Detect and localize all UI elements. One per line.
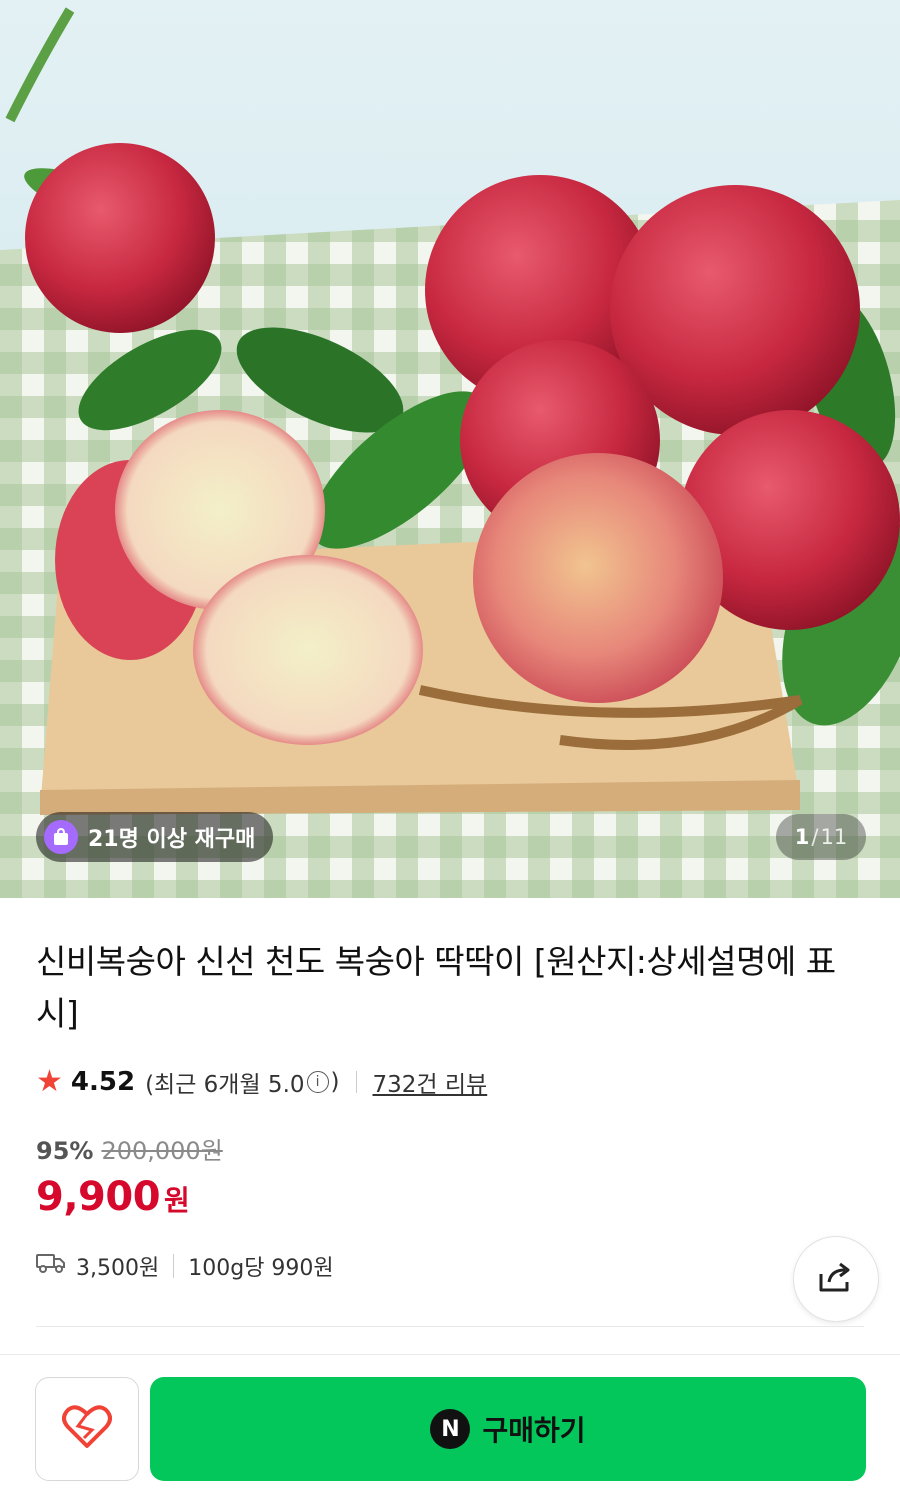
divider (36, 1326, 864, 1327)
rating-score: 4.52 (70, 1067, 136, 1097)
unit-price: 100g당 990원 (188, 1256, 334, 1281)
original-price: 200,000원 (101, 1137, 223, 1165)
buy-button-label: 구매하기 (482, 1414, 586, 1447)
price-unit: 원 (164, 1184, 190, 1217)
info-icon[interactable]: i (306, 1071, 329, 1093)
peach-photo-illustration (0, 0, 900, 898)
product-image[interactable]: 21명 이상 재구매 1 / 11 (0, 0, 900, 898)
recent-rating-close: ) (330, 1069, 340, 1095)
star-icon: ★ (36, 1064, 63, 1099)
divider (355, 1071, 357, 1093)
reviews-link[interactable]: 732건 리뷰 (373, 1065, 488, 1099)
naver-n-icon: N (430, 1409, 471, 1449)
truck-icon (36, 1252, 66, 1280)
buy-button[interactable]: N 구매하기 (150, 1377, 866, 1481)
favorite-button[interactable] (35, 1377, 139, 1481)
rebuy-badge: 21명 이상 재구매 (36, 812, 274, 862)
image-counter: 1 / 11 (776, 814, 866, 860)
share-button[interactable] (793, 1236, 879, 1322)
rebuy-badge-label: 21명 이상 재구매 (88, 827, 256, 852)
shipping-fee: 3,500원 (76, 1256, 160, 1281)
image-counter-current: 1 (794, 825, 810, 849)
product-title: 신비복숭아 신선 천도 복숭아 딱딱이 [원산지:상세설명에 표시] (36, 942, 836, 1033)
rating-row: ★ 4.52 (최근 6개월 5.0 i ) 732건 리뷰 (36, 1064, 487, 1100)
divider (173, 1254, 175, 1278)
discount-row: 95% 200,000원 (36, 1131, 223, 1166)
image-counter-total: 11 (820, 825, 848, 849)
discount-rate: 95% (36, 1137, 94, 1165)
image-counter-separator: / (811, 825, 819, 849)
price-value: 9,900 (36, 1174, 161, 1220)
shopping-bag-icon (44, 820, 78, 854)
divider (0, 1354, 900, 1355)
heart-icon (62, 1404, 112, 1454)
share-icon (817, 1260, 855, 1298)
sale-price: 9,900 원 (36, 1174, 190, 1220)
recent-rating-label: (최근 6개월 5.0 (145, 1072, 305, 1098)
shipping-row: 3,500원 100g당 990원 (36, 1250, 334, 1282)
